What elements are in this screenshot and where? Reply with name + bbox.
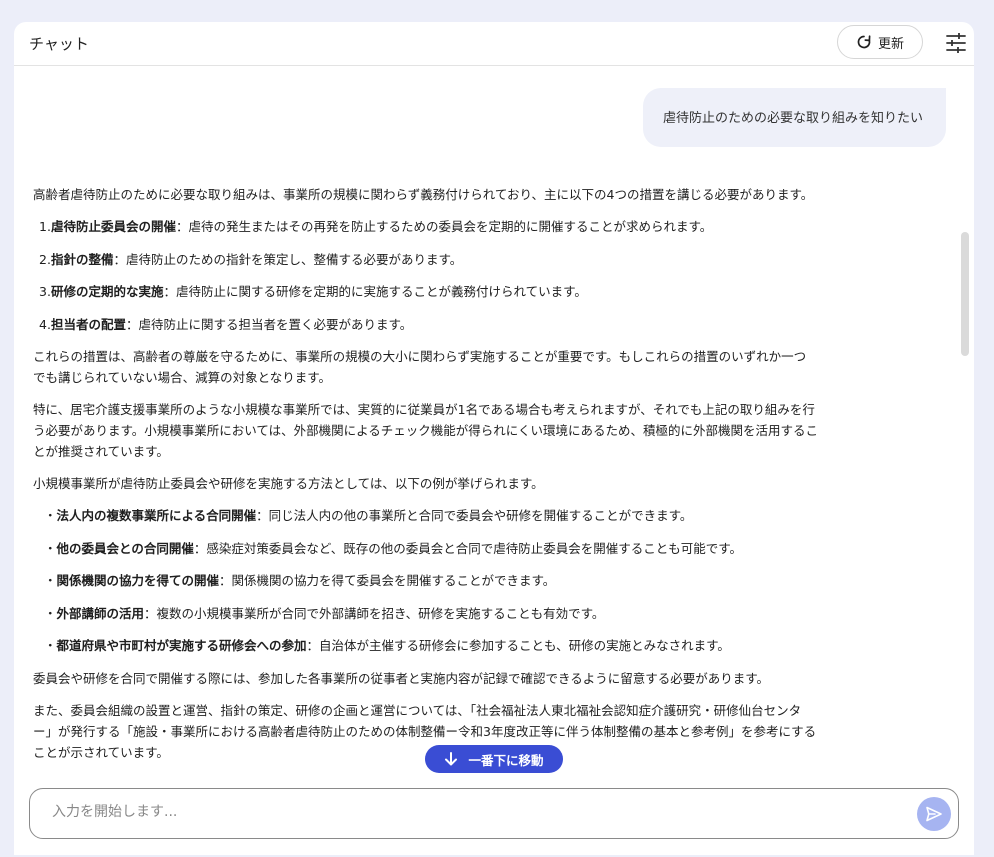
arrow-down-icon — [445, 752, 458, 766]
send-icon — [926, 806, 942, 822]
answer-paragraph: 特に、居宅介護支援事業所のような小規模な事業所では、実質的に従業員が1名である場… — [33, 402, 819, 459]
chat-input[interactable] — [50, 803, 894, 821]
list-item: 4.担当者の配置：虐待防止に関する担当者を置く必要があります。 — [39, 316, 413, 332]
list-item: ・外部講師の活用：複数の小規模事業所が合同で外部講師を招き、研修を実施することも… — [44, 605, 605, 621]
list-item: ・都道府県や市町村が実施する研修会への参加：自治体が主催する研修会に参加すること… — [44, 638, 730, 653]
page-title: チャット — [29, 35, 89, 53]
answer-paragraph: これらの措置は、高齢者の尊厳を守るために、事業所の規模の大小に関わらず実施するこ… — [33, 349, 807, 385]
list-item: ・関係機関の協力を得ての開催：関係機関の協力を得て委員会を開催することができます… — [44, 573, 556, 588]
chat-panel: チャット 更新 虐待防止のための必要な取り組みを知りたい 高齢者虐待防止のために… — [14, 22, 974, 855]
answer-intro: 高齢者虐待防止のために必要な取り組みは、事業所の規模に関わらず義務付けられており… — [33, 187, 814, 202]
tune-icon[interactable] — [944, 31, 968, 55]
answer-paragraph: 小規模事業所が虐待防止委員会や研修を実施する方法としては、以下の例が挙げられます… — [33, 476, 544, 491]
scrollbar-thumb[interactable] — [961, 232, 969, 356]
chat-header: チャット 更新 — [14, 22, 974, 66]
scroll-to-bottom-label: 一番下に移動 — [468, 752, 544, 768]
measures-list: 1.虐待防止委員会の開催：虐待の発生またはその再発を防止するための委員会を定期的… — [33, 216, 818, 335]
send-button[interactable] — [917, 797, 951, 831]
scroll-to-bottom-button[interactable]: 一番下に移動 — [425, 745, 563, 773]
user-message: 虐待防止のための必要な取り組みを知りたい — [642, 88, 946, 147]
answer-paragraph: 委員会や研修を合同で開催する際には、参加した各事業所の従事者と実施内容が記録で確… — [33, 670, 770, 686]
assistant-message: 高齢者虐待防止のために必要な取り組みは、事業所の規模に関わらず義務付けられており… — [33, 184, 818, 774]
refresh-button[interactable]: 更新 — [837, 25, 923, 59]
list-item: ・他の委員会との合同開催：感染症対策委員会など、既存の他の委員会と合同で虐待防止… — [44, 540, 743, 556]
list-item: 2.指針の整備：虐待防止のための指針を策定し、整備する必要があります。 — [39, 251, 463, 267]
list-item: 1.虐待防止委員会の開催：虐待の発生またはその再発を防止するための委員会を定期的… — [39, 219, 713, 234]
refresh-icon — [857, 35, 871, 49]
list-item: ・法人内の複数事業所による合同開催：同じ法人内の他の事業所と合同で委員会や研修を… — [44, 508, 693, 523]
methods-list: ・法人内の複数事業所による合同開催：同じ法人内の他の事業所と合同で委員会や研修を… — [33, 505, 818, 656]
refresh-label: 更新 — [877, 36, 904, 52]
list-item: 3.研修の定期的な実施：虐待防止に関する研修を定期的に実施することが義務付けられ… — [39, 284, 587, 299]
message-list[interactable]: 虐待防止のための必要な取り組みを知りたい 高齢者虐待防止のために必要な取り組みは… — [14, 66, 974, 788]
chat-input-box — [29, 788, 959, 839]
